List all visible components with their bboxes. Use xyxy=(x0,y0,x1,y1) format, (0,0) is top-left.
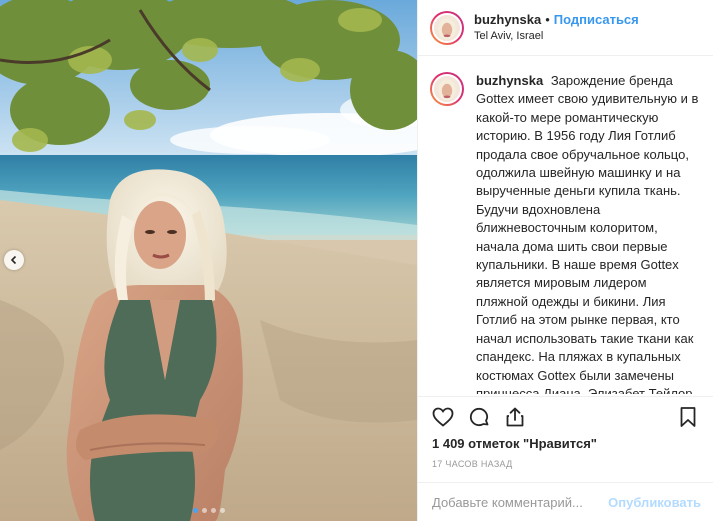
comment-button[interactable] xyxy=(466,404,492,430)
post-timestamp[interactable]: 17 часов назад xyxy=(432,459,513,469)
beach-photo-illustration xyxy=(0,0,417,521)
share-button[interactable] xyxy=(502,404,528,430)
bookmark-icon xyxy=(680,406,696,427)
share-icon xyxy=(506,407,524,426)
carousel-dot xyxy=(210,508,216,513)
post-header: buzhynska • Подписаться Tel Aviv, Israel xyxy=(418,0,713,56)
publish-button[interactable]: Опубликовать xyxy=(608,495,701,510)
comment-input[interactable] xyxy=(432,494,609,510)
post-caption: buzhynska Зарождение бренда Gottex имеет… xyxy=(476,72,699,394)
comments-section[interactable]: buzhynska Зарождение бренда Gottex имеет… xyxy=(418,58,713,394)
likes-count[interactable]: 1 409 отметок "Нравится" xyxy=(432,436,597,451)
avatar-image xyxy=(434,14,460,41)
caption-text: Зарождение бренда Gottex имеет свою удив… xyxy=(476,73,699,394)
chevron-left-icon xyxy=(10,255,17,265)
caption-author-avatar[interactable] xyxy=(430,72,464,106)
avatar-image xyxy=(434,76,460,102)
carousel-prev-button[interactable] xyxy=(4,250,24,270)
heart-icon xyxy=(432,407,454,427)
follow-button[interactable]: Подписаться xyxy=(554,12,639,28)
author-avatar[interactable] xyxy=(430,10,464,45)
caption-username[interactable]: buzhynska xyxy=(476,73,543,88)
add-comment-section: Опубликовать xyxy=(418,482,713,521)
carousel-indicator xyxy=(0,508,417,513)
author-username[interactable]: buzhynska xyxy=(474,12,541,28)
separator-dot: • xyxy=(545,11,550,27)
like-button[interactable] xyxy=(430,404,456,430)
post-photo[interactable] xyxy=(0,0,417,521)
post-location[interactable]: Tel Aviv, Israel xyxy=(474,30,639,44)
post-sidebar: buzhynska • Подписаться Tel Aviv, Israel… xyxy=(417,0,713,521)
comment-icon xyxy=(469,407,489,426)
carousel-dot xyxy=(201,508,207,513)
carousel-dot xyxy=(192,508,198,513)
action-bar xyxy=(418,396,713,436)
carousel-dot xyxy=(219,508,225,513)
save-button[interactable] xyxy=(675,404,701,430)
